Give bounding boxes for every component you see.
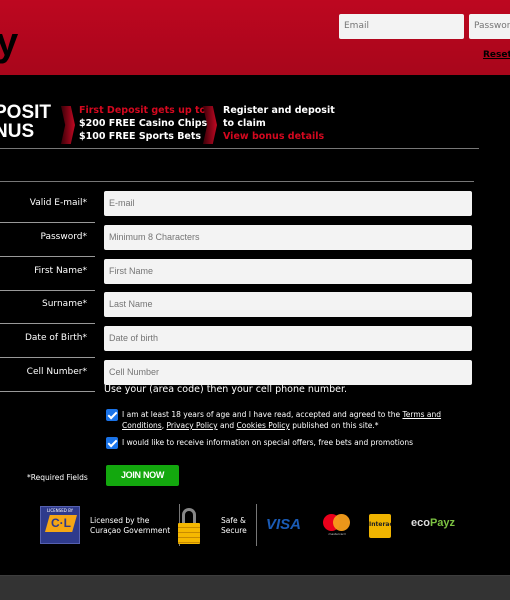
reset-password-link[interactable]: Reset	[483, 50, 510, 60]
offer-heading: First Deposit gets up to:	[79, 105, 210, 116]
first-name-label: First Name*	[34, 266, 87, 276]
surname-input[interactable]	[104, 292, 472, 317]
interac-logo: Interac	[369, 514, 391, 538]
consent-text: I am at least 18 years of age and I have…	[122, 410, 442, 430]
consent-checkbox[interactable]	[106, 409, 118, 421]
first-name-row: First Name*	[0, 259, 510, 291]
cell-input[interactable]	[104, 360, 472, 385]
surname-label: Surname*	[42, 299, 87, 309]
terms-link-cont[interactable]: Conditions	[122, 421, 162, 430]
label-underline	[0, 357, 95, 358]
surname-row: Surname*	[0, 292, 510, 324]
footer-bar	[0, 575, 510, 600]
email-row: Valid E-mail*	[0, 191, 510, 223]
visa-logo: VISA	[266, 516, 302, 533]
dob-label: Date of Birth*	[24, 333, 87, 343]
join-now-button[interactable]: JOIN NOW	[106, 465, 179, 486]
license-text: Licensed by the Curaçao Government	[90, 516, 171, 535]
bonus-cta: Register and deposit to claim View bonus…	[223, 104, 335, 143]
view-bonus-details-link[interactable]: View bonus details	[223, 131, 324, 142]
bonus-title: POSIT NUS	[0, 103, 51, 141]
first-name-input[interactable]	[104, 259, 472, 284]
email-input[interactable]	[104, 191, 472, 216]
label-underline	[0, 256, 95, 257]
secure-text: Safe & Secure	[221, 516, 247, 535]
required-fields-note: *Required Fields	[27, 473, 88, 482]
terms-link[interactable]: Terms and	[402, 410, 441, 419]
mastercard-logo: mastercard	[323, 514, 353, 538]
marketing-text: I would like to receive information on s…	[122, 438, 414, 447]
marketing-checkbox[interactable]	[106, 437, 118, 449]
privacy-policy-link[interactable]: Privacy Policy	[166, 421, 217, 430]
password-input[interactable]	[104, 225, 472, 250]
padlock-icon	[178, 508, 200, 544]
dob-row: Date of Birth*	[0, 326, 510, 358]
deposit-bonus-banner: POSIT NUS First Deposit gets up to: $200…	[0, 100, 480, 146]
password-row: Password*	[0, 225, 510, 257]
cta-line1: Register and deposit	[223, 105, 335, 116]
email-label: Valid E-mail*	[29, 198, 87, 208]
bonus-offer: First Deposit gets up to: $200 FREE Casi…	[79, 104, 210, 143]
label-underline	[0, 290, 95, 291]
divider	[0, 181, 474, 182]
site-header: y Reset	[0, 0, 510, 75]
cell-row: Cell Number*	[0, 360, 510, 392]
divider	[0, 148, 479, 149]
cell-label: Cell Number*	[26, 367, 87, 377]
cell-hint: Use your (area code) then your cell phon…	[104, 384, 348, 395]
cta-line2: to claim	[223, 118, 266, 129]
chevron-right-icon	[61, 106, 75, 144]
ecopayz-logo: ecoPayz	[411, 517, 456, 529]
bonus-title-line2: NUS	[0, 121, 35, 142]
password-label: Password*	[40, 232, 87, 242]
brand-logo[interactable]: y	[0, 20, 18, 65]
bonus-title-line1: POSIT	[0, 102, 52, 123]
offer-sports: $100 FREE Sports Bets	[79, 131, 202, 142]
label-underline	[0, 323, 95, 324]
label-underline	[0, 222, 95, 223]
header-email-input[interactable]	[339, 14, 464, 39]
dob-input[interactable]	[104, 326, 472, 351]
header-password-input[interactable]	[469, 14, 510, 39]
label-underline	[0, 391, 95, 392]
curacao-license-badge: LICENSED BY C·L	[40, 506, 80, 544]
offer-casino: $200 FREE Casino Chips	[79, 118, 208, 129]
cookies-policy-link[interactable]: Cookies Policy	[237, 421, 290, 430]
divider	[256, 504, 257, 546]
